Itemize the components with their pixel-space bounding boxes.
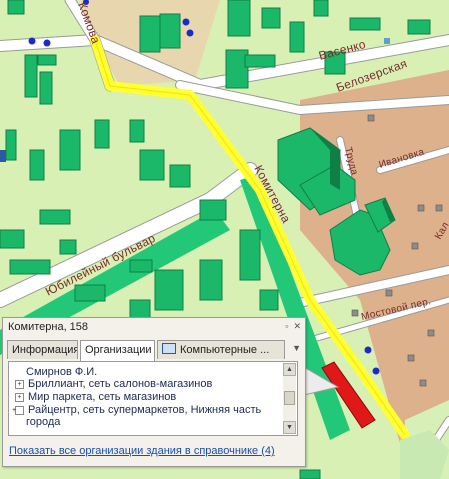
tab-computer-label: Компьютерные ... [180, 344, 270, 356]
popup-window-controls: ▫ ✕ [285, 321, 301, 332]
expand-plus-icon[interactable]: + [15, 380, 24, 389]
scroll-down-arrow-icon[interactable]: ▼ [283, 421, 296, 434]
list-item[interactable]: Смирнов Ф.И. [15, 366, 279, 378]
list-item[interactable]: + Мир паркета, сеть магазинов [15, 391, 279, 403]
tab-information[interactable]: Информация [7, 340, 78, 359]
monitor-icon [162, 343, 176, 354]
popup-pin-button[interactable]: ▫ [285, 321, 288, 332]
popup-close-button[interactable]: ✕ [293, 321, 301, 332]
list-item[interactable]: + Бриллиант, сеть салонов-магазинов [15, 378, 279, 390]
organization-name: Райцентр, сеть супермаркетов, Нижняя час… [26, 404, 262, 428]
organizations-scrollbar[interactable]: ▲ ▼ [283, 363, 296, 434]
popup-title: Комитерна, 158 [8, 321, 89, 333]
organizations-count: (4) [261, 445, 275, 457]
expand-plus-icon[interactable]: + [12, 406, 24, 415]
show-all-organizations-link[interactable]: Показать все организации здания в справо… [9, 445, 275, 457]
tabs-overflow-arrow-icon[interactable]: ▼ [292, 343, 301, 353]
tab-organizations[interactable]: Организации [80, 340, 155, 361]
building-info-popup: Комитерна, 158 ▫ ✕ Информация Организаци… [2, 317, 306, 467]
show-all-link-text: Показать все организации здания в справо… [9, 445, 259, 457]
tab-computer[interactable]: Компьютерные ... [157, 340, 285, 359]
popup-callout-pointer [304, 366, 340, 396]
scrollbar-thumb[interactable] [284, 391, 295, 405]
organizations-panel: Смирнов Ф.И. + Бриллиант, сеть салонов-ма… [8, 361, 298, 436]
expand-plus-icon[interactable]: + [15, 393, 24, 402]
organizations-list: Смирнов Ф.И. + Бриллиант, сеть салонов-ма… [9, 362, 281, 435]
organization-name: Мир паркета, сеть магазинов [28, 391, 177, 403]
tab-information-label: Информация [12, 344, 78, 356]
popup-tabs: Информация Организации Компьютерные ... [7, 340, 301, 361]
tab-organizations-label: Организации [85, 344, 152, 356]
organization-name: Смирнов Ф.И. [26, 366, 98, 378]
list-item[interactable]: + Райцентр, сеть супермаркетов, Нижняя ча… [12, 404, 279, 428]
organization-name: Бриллиант, сеть салонов-магазинов [28, 378, 213, 390]
scroll-up-arrow-icon[interactable]: ▲ [283, 363, 296, 376]
